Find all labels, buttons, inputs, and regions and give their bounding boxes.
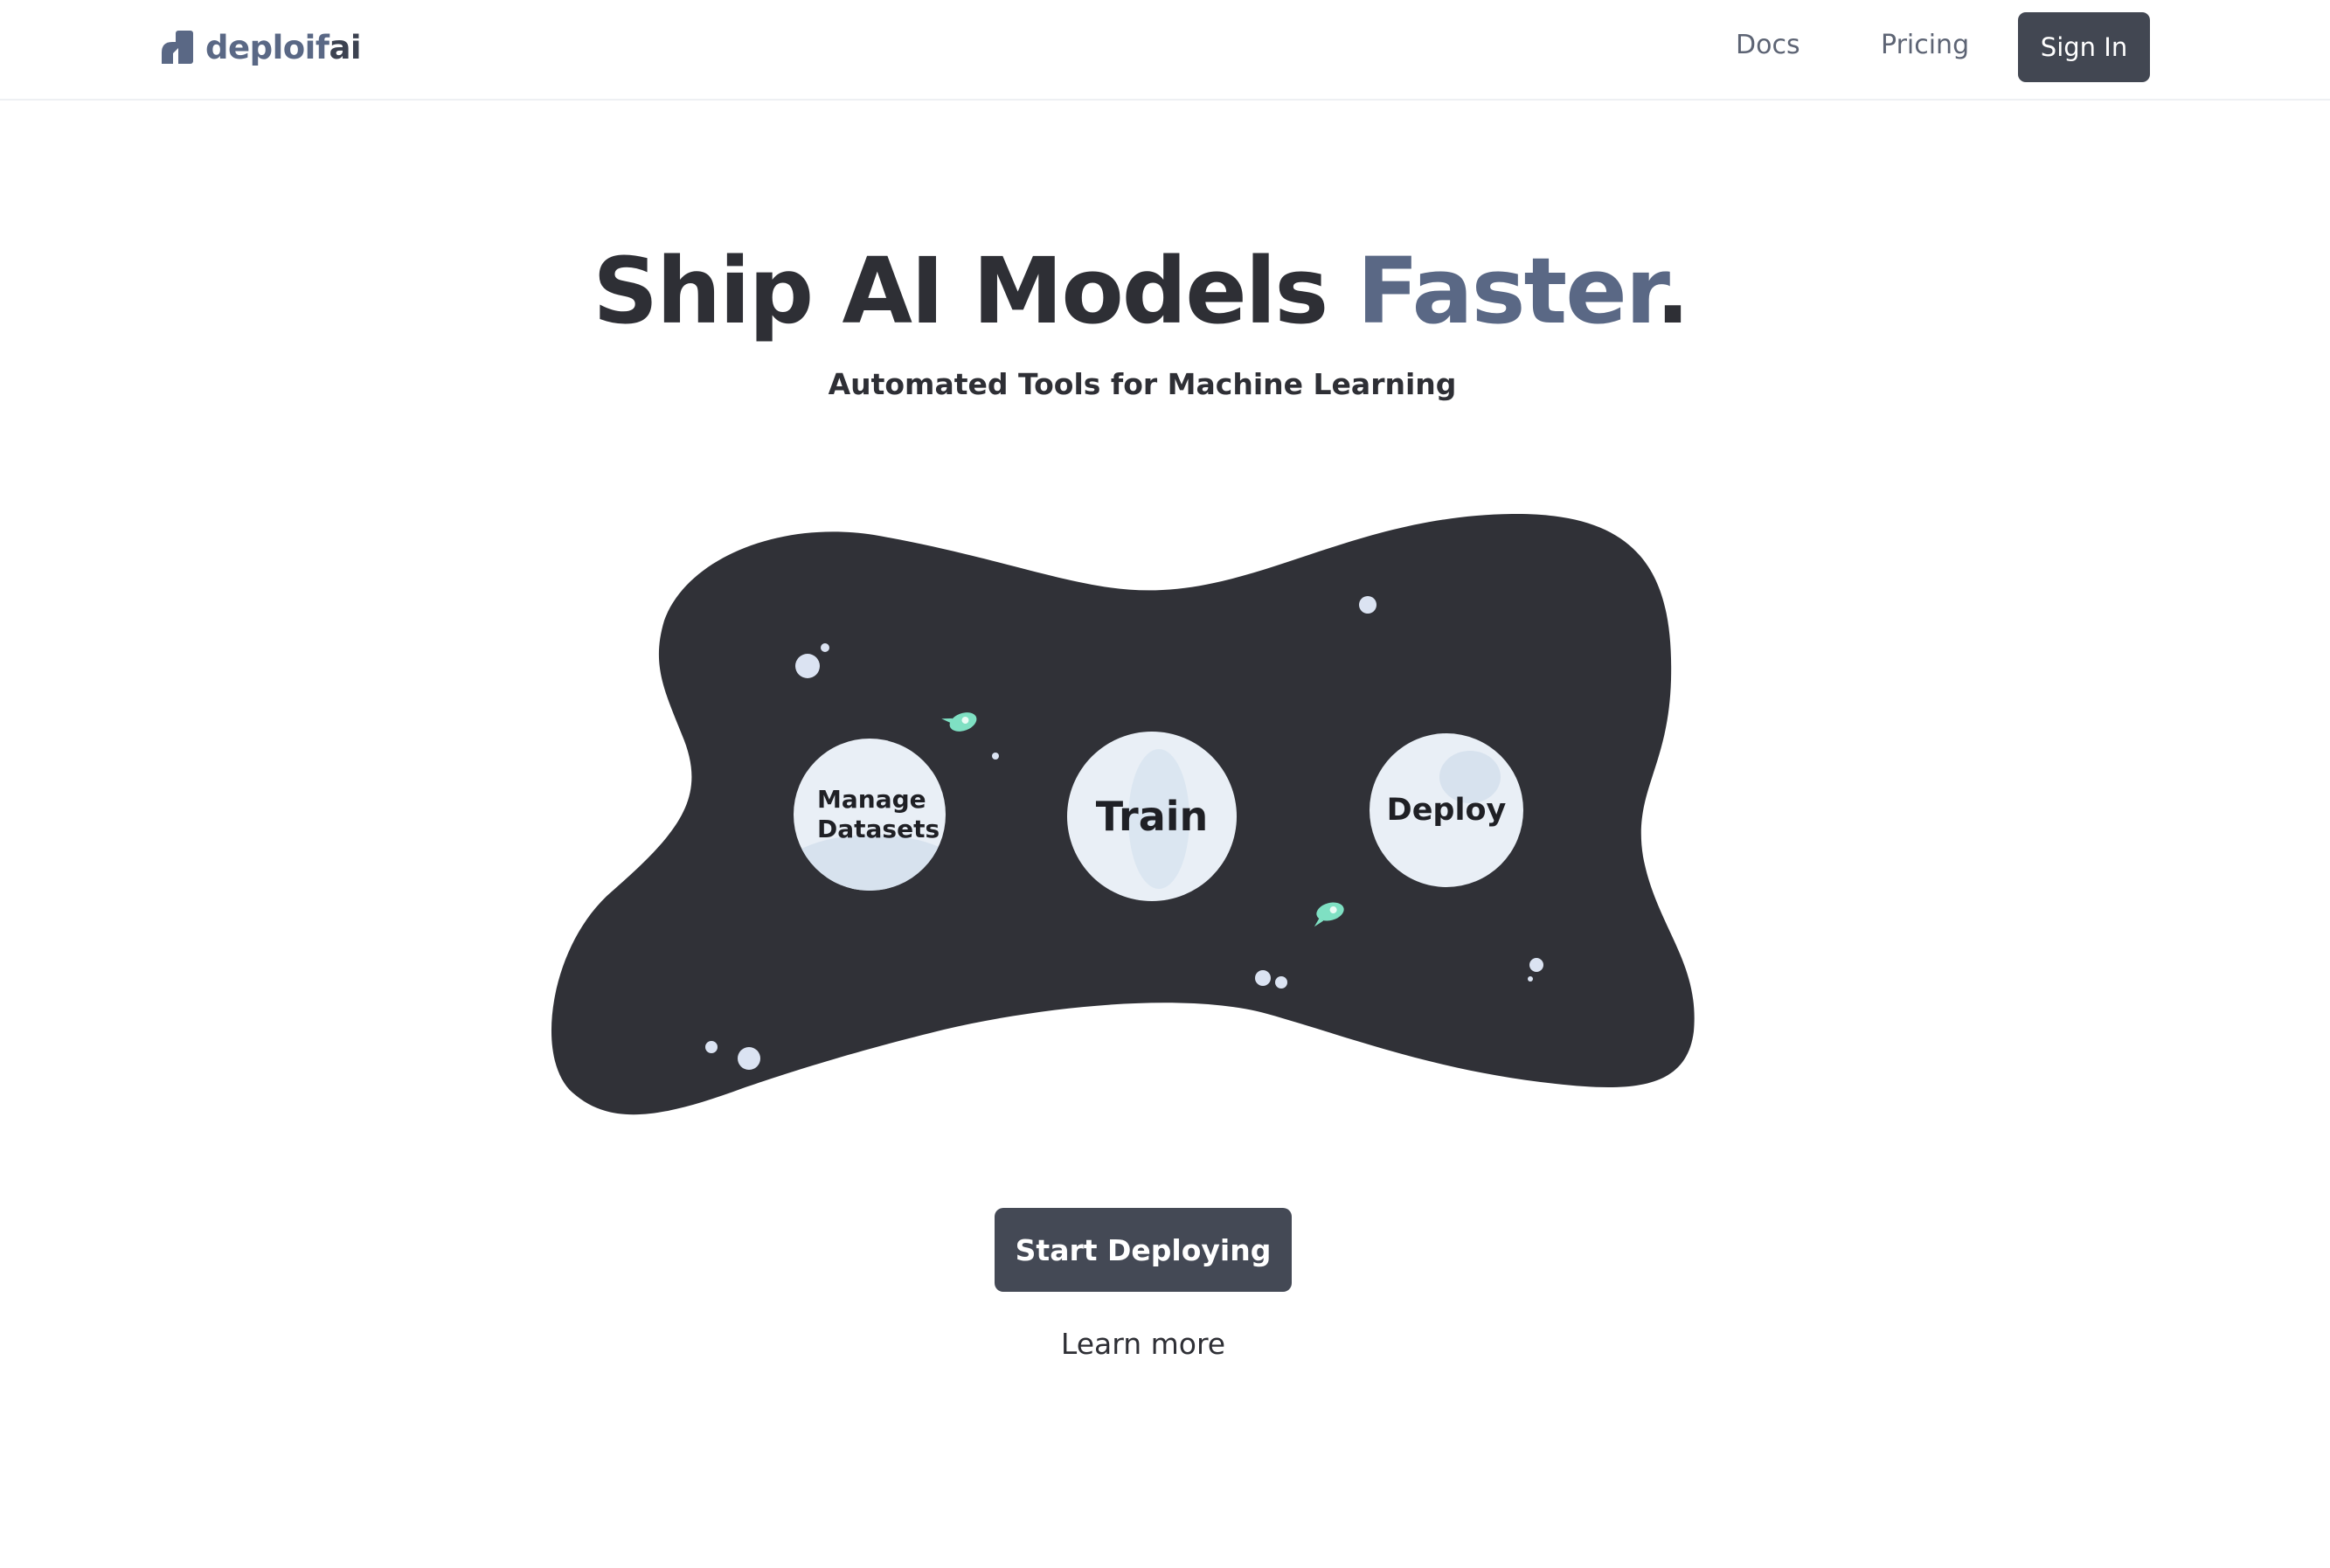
star-icon	[1528, 976, 1533, 982]
step-train: Train	[1067, 732, 1237, 901]
nav-pricing-link[interactable]: Pricing	[1881, 30, 1969, 60]
rocket-icon	[941, 712, 977, 732]
start-deploying-button[interactable]: Start Deploying	[995, 1208, 1292, 1292]
brand-name-part2: ai	[329, 28, 362, 66]
step-deploy: Deploy	[1370, 733, 1523, 887]
star-icon	[738, 1047, 760, 1070]
star-icon	[795, 654, 820, 678]
star-icon	[1255, 970, 1271, 986]
star-icon	[992, 753, 999, 760]
star-icon	[705, 1041, 718, 1053]
step-manage-label: Manage Datasets	[817, 785, 940, 843]
hero-title-accent: Faster	[1356, 238, 1658, 344]
star-icon	[1359, 596, 1377, 614]
step-train-label: Train	[1095, 793, 1209, 840]
logo-icon	[162, 31, 193, 64]
top-navbar: deploifai Docs Pricing Sign In	[0, 0, 2330, 101]
brand-logo[interactable]: deploifai	[158, 26, 362, 68]
sign-in-button[interactable]: Sign In	[2018, 12, 2150, 82]
star-icon	[1275, 976, 1287, 989]
step-deploy-label: Deploy	[1386, 793, 1507, 828]
nav-docs-link[interactable]: Docs	[1736, 30, 1800, 60]
learn-more-link[interactable]: Learn more	[995, 1327, 1292, 1361]
star-icon	[821, 643, 829, 652]
hero-title: Ship AI Models Faster.	[0, 238, 2281, 344]
hero-title-main: Ship AI Models	[593, 238, 1357, 344]
hero-title-end: .	[1655, 238, 1689, 344]
rocket-icon	[1314, 902, 1344, 927]
brand-name: deploifai	[205, 28, 362, 66]
hero-subtitle: Automated Tools for Machine Learning	[828, 367, 1457, 401]
step-manage-datasets: Manage Datasets	[794, 739, 946, 891]
brand-name-part1: deploif	[205, 28, 329, 66]
star-icon	[1529, 958, 1543, 972]
